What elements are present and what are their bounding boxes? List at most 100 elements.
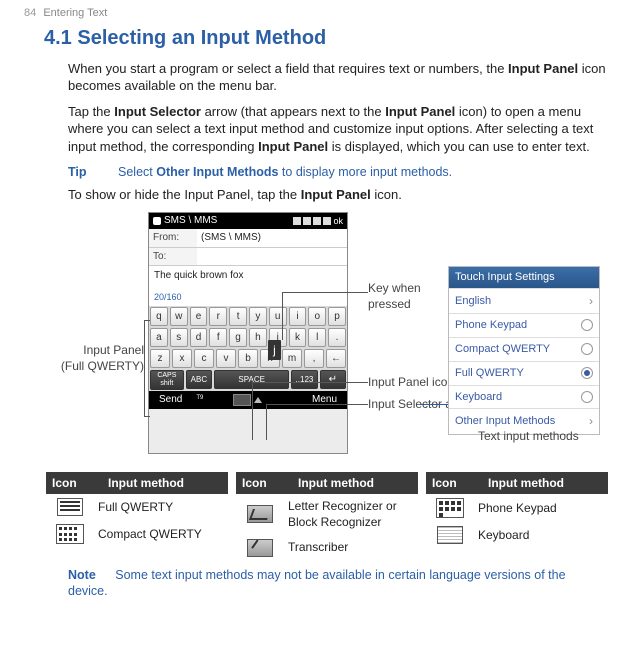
key-b[interactable]: b xyxy=(238,349,258,368)
table-row: Keyboard xyxy=(426,522,608,548)
abc-key[interactable]: ABC T9 xyxy=(186,370,212,389)
method-name: Phone Keypad xyxy=(472,500,606,516)
pen-icon xyxy=(247,539,273,557)
note-text: Some text input methods may not be avail… xyxy=(68,568,566,599)
paragraph-3: To show or hide the Input Panel, tap the… xyxy=(68,186,608,204)
close-icon xyxy=(323,217,331,225)
input-panel-icon[interactable] xyxy=(233,394,251,406)
method-label: Keyboard xyxy=(455,390,502,405)
callout-key-pressed: Key when pressed xyxy=(368,280,458,312)
method-item[interactable]: English › xyxy=(449,288,599,313)
key-f[interactable]: f xyxy=(209,328,227,347)
key-m[interactable]: m xyxy=(282,349,302,368)
key-x[interactable]: x xyxy=(172,349,192,368)
key-.[interactable]: . xyxy=(328,328,346,347)
key-q[interactable]: q xyxy=(150,307,168,326)
input-panel-area xyxy=(233,394,262,406)
key-k[interactable]: k xyxy=(289,328,307,347)
key-←[interactable]: ← xyxy=(326,349,346,368)
callout-input-panel: Input Panel (Full QWERTY) xyxy=(58,342,144,374)
methods-header: Touch Input Settings xyxy=(449,267,599,288)
key-a[interactable]: a xyxy=(150,328,168,347)
tip-label: Tip xyxy=(68,165,87,179)
key-e[interactable]: e xyxy=(190,307,208,326)
table-row: Transcriber xyxy=(236,535,418,561)
from-value: (SMS \ MMS) xyxy=(197,229,347,247)
phone-screenshot: SMS \ MMS ok From: (SMS \ MMS) To: T xyxy=(148,212,348,454)
tip-line: Tip Select Other Input Methods to displa… xyxy=(68,164,608,181)
table-row: Full QWERTY xyxy=(46,494,228,520)
app-title: SMS \ MMS xyxy=(153,214,217,228)
method-item[interactable]: Full QWERTY xyxy=(449,361,599,385)
key-v[interactable]: v xyxy=(216,349,236,368)
note-line: Note Some text input methods may not be … xyxy=(68,567,608,601)
method-label: English xyxy=(455,294,491,309)
signal-icon xyxy=(293,217,301,225)
input-selector-arrow-icon[interactable] xyxy=(254,397,262,403)
paragraph-2: Tap the Input Selector arrow (that appea… xyxy=(68,103,608,156)
table-row: Compact QWERTY xyxy=(46,520,228,548)
onscreen-keyboard[interactable]: qwertyuiop asdfghjkl. zxcvbnm,← CAPS shi… xyxy=(149,306,347,391)
method-name: Full QWERTY xyxy=(92,499,226,515)
key-d[interactable]: d xyxy=(190,328,208,347)
pressed-key-popup: j xyxy=(268,340,281,360)
from-label: From: xyxy=(149,229,197,247)
method-label: Phone Keypad xyxy=(455,318,527,333)
radio-icon xyxy=(581,343,593,355)
to-label: To: xyxy=(149,248,197,266)
enter-key[interactable]: ↵ xyxy=(320,370,346,389)
radio-icon xyxy=(581,319,593,331)
ok-button[interactable]: ok xyxy=(333,215,343,227)
chevron-right-icon: › xyxy=(589,293,593,309)
figure: SMS \ MMS ok From: (SMS \ MMS) To: T xyxy=(68,212,608,462)
hatch-icon xyxy=(437,526,463,544)
table-col1: Icon Input method Full QWERTYCompact QWE… xyxy=(46,472,228,561)
chevron-right-icon: › xyxy=(589,413,593,429)
send-softkey[interactable]: Send xyxy=(159,393,182,407)
caps-shift-key[interactable]: CAPS shift xyxy=(150,370,184,390)
to-value[interactable] xyxy=(197,248,347,266)
key-w[interactable]: w xyxy=(170,307,188,326)
method-item[interactable]: Phone Keypad xyxy=(449,313,599,337)
key-l[interactable]: l xyxy=(308,328,326,347)
method-name: Transcriber xyxy=(282,539,416,555)
editor-text: The quick brown fox xyxy=(154,269,342,283)
status-icons: ok xyxy=(293,215,343,227)
volume-icon xyxy=(313,217,321,225)
key-r[interactable]: r xyxy=(209,307,227,326)
softkey-bar: Send Menu xyxy=(149,391,347,409)
method-name: Letter Recognizer or Block Recognizer xyxy=(282,498,416,530)
key-s[interactable]: s xyxy=(170,328,188,347)
key-c[interactable]: c xyxy=(194,349,214,368)
key-h[interactable]: h xyxy=(249,328,267,347)
key-,[interactable]: , xyxy=(304,349,324,368)
key-z[interactable]: z xyxy=(150,349,170,368)
key-o[interactable]: o xyxy=(308,307,326,326)
message-editor[interactable]: The quick brown fox 20/160 xyxy=(149,266,347,306)
table-row: Phone Keypad xyxy=(426,494,608,522)
key-g[interactable]: g xyxy=(229,328,247,347)
method-item[interactable]: Compact QWERTY xyxy=(449,337,599,361)
page: 84 Entering Text 4.1 Selecting an Input … xyxy=(0,0,632,626)
method-name: Keyboard xyxy=(472,527,606,543)
th-method: Input method xyxy=(482,472,608,494)
diag-icon xyxy=(247,505,273,523)
key-p[interactable]: p xyxy=(328,307,346,326)
th-icon: Icon xyxy=(426,472,482,494)
radio-icon xyxy=(581,391,593,403)
page-number: 84 xyxy=(24,7,36,19)
key-y[interactable]: y xyxy=(249,307,267,326)
paragraph-1: When you start a program or select a fie… xyxy=(68,60,608,95)
method-item[interactable]: Keyboard xyxy=(449,385,599,409)
note-label: Note xyxy=(68,568,96,582)
method-label: Other Input Methods xyxy=(455,414,555,429)
key-t[interactable]: t xyxy=(229,307,247,326)
key-i[interactable]: i xyxy=(289,307,307,326)
grid-icon xyxy=(436,498,464,518)
input-methods-menu[interactable]: Touch Input Settings English › Phone Keypa… xyxy=(448,266,600,435)
table-row: Letter Recognizer or Block Recognizer xyxy=(236,494,418,534)
th-icon: Icon xyxy=(236,472,292,494)
symbol-key[interactable]: ..123 xyxy=(291,370,317,389)
lines-icon xyxy=(57,498,83,516)
key-u[interactable]: u xyxy=(269,307,287,326)
